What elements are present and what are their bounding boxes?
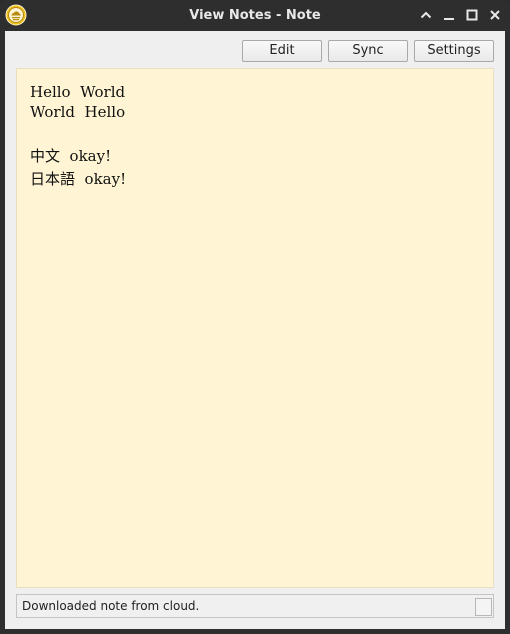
- status-bar: Downloaded note from cloud.: [16, 594, 494, 618]
- chevron-up-icon[interactable]: [418, 7, 434, 23]
- title-bar[interactable]: View Notes - Note: [0, 0, 510, 31]
- note-line: Hello World: [30, 83, 126, 101]
- note-line: World Hello: [30, 103, 126, 121]
- sync-button[interactable]: Sync: [328, 40, 408, 62]
- edit-button[interactable]: Edit: [242, 40, 322, 62]
- maximize-icon[interactable]: [464, 7, 480, 23]
- status-message: Downloaded note from cloud.: [22, 599, 200, 613]
- main-panel: Edit Sync Settings Hello World World Hel…: [5, 31, 505, 629]
- note-line: 中文 okay!: [30, 147, 112, 165]
- note-view[interactable]: Hello World World Hello 中文 okay! 日本語 oka…: [16, 68, 494, 588]
- app-window: View Notes - Note Edit Sync Settings Hel…: [0, 0, 510, 634]
- note-line: 日本語 okay!: [30, 170, 127, 188]
- minimize-icon[interactable]: [441, 7, 457, 23]
- settings-button[interactable]: Settings: [414, 40, 494, 62]
- resize-grip[interactable]: [475, 598, 492, 616]
- close-icon[interactable]: [487, 7, 503, 23]
